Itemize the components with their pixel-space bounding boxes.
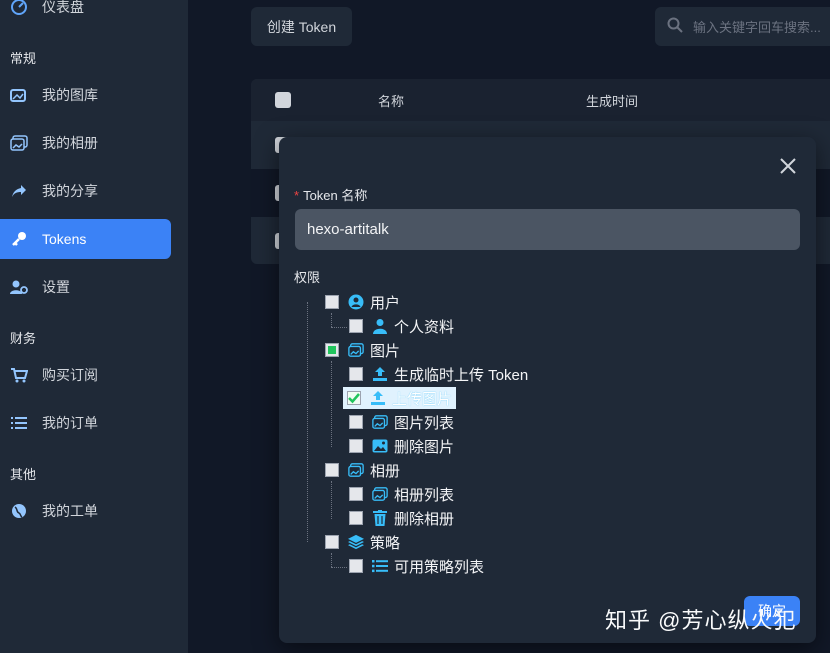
perm-checkbox[interactable]: [349, 559, 363, 573]
perm-checkbox[interactable]: [349, 439, 363, 453]
perm-checkbox[interactable]: [349, 487, 363, 501]
perm-checkbox-partial[interactable]: [325, 343, 339, 357]
upload-icon: [372, 366, 388, 382]
perm-checkbox-checked[interactable]: [347, 391, 361, 405]
perm-checkbox[interactable]: [325, 463, 339, 477]
sidebar-item-tokens[interactable]: Tokens: [0, 219, 171, 259]
create-token-button[interactable]: 创建 Token: [251, 7, 352, 46]
images-icon: [10, 86, 28, 104]
upload-icon: [370, 390, 386, 406]
section-title-regular: 常规: [10, 51, 37, 66]
perm-node-profile[interactable]: 个人资料: [349, 315, 454, 337]
list-icon: [10, 414, 28, 432]
section-title-other: 其他: [10, 467, 37, 482]
select-all-checkbox[interactable]: [275, 92, 291, 108]
sidebar: 仪表盘 常规 我的图库 我的相册 我的分享 Tokens 设置 财务 购买订阅 …: [0, 0, 188, 653]
tree-line: [331, 567, 347, 568]
sidebar-item-my-orders[interactable]: 我的订单: [0, 403, 171, 443]
tree-line: [331, 313, 332, 327]
perm-checkbox[interactable]: [325, 295, 339, 309]
token-name-input[interactable]: hexo-artitalk: [295, 209, 800, 250]
sidebar-item-my-share[interactable]: 我的分享: [0, 171, 171, 211]
album-icon: [348, 462, 364, 478]
column-header-created: 生成时间: [586, 93, 639, 109]
sidebar-item-buy-subscription[interactable]: 购买订阅: [0, 355, 171, 395]
column-header-name: 名称: [378, 93, 405, 109]
sidebar-item-label: 设置: [42, 279, 70, 295]
layers-icon: [348, 534, 364, 550]
trash-icon: [372, 510, 388, 526]
close-icon: [780, 158, 796, 174]
tree-line: [331, 361, 332, 447]
create-token-modal: * Token 名称 hexo-artitalk 权限 用户 个人资料 图片 生…: [279, 137, 816, 643]
section-title-finance: 财务: [10, 331, 37, 346]
tree-line: [331, 327, 347, 328]
list-icon: [372, 558, 388, 574]
sidebar-item-label: 我的图库: [42, 87, 98, 103]
tree-line: [307, 302, 308, 542]
sidebar-item-label: 我的相册: [42, 135, 98, 151]
perm-node-delete-image[interactable]: 删除图片: [349, 435, 454, 457]
required-mark: *: [294, 188, 300, 203]
perm-checkbox[interactable]: [325, 535, 339, 549]
watermark: 知乎 @芳心纵火犯: [605, 608, 797, 633]
share-icon: [10, 182, 28, 200]
tree-line: [331, 481, 332, 519]
perm-node-album[interactable]: 相册: [325, 459, 400, 481]
close-button[interactable]: [778, 156, 798, 176]
album-icon: [10, 134, 28, 152]
search-input[interactable]: 输入关键字回车搜索...: [655, 7, 830, 46]
album-icon: [372, 486, 388, 502]
perm-node-delete-album[interactable]: 删除相册: [349, 507, 454, 529]
perm-node-image-list[interactable]: 图片列表: [349, 411, 454, 433]
perm-node-strategy-list[interactable]: 可用策略列表: [349, 555, 484, 577]
search-placeholder: 输入关键字回车搜索...: [693, 20, 821, 35]
perm-node-user[interactable]: 用户: [325, 291, 400, 313]
check-icon: [348, 393, 360, 404]
token-name-label: * Token 名称: [294, 188, 368, 203]
user-icon: [372, 318, 388, 334]
sidebar-item-label: Tokens: [42, 231, 87, 247]
perm-checkbox[interactable]: [349, 367, 363, 381]
search-icon: [667, 17, 683, 36]
dashboard-icon: [10, 0, 28, 16]
sidebar-item-my-gallery[interactable]: 我的图库: [0, 75, 171, 115]
user-settings-icon: [10, 278, 28, 296]
key-icon: [10, 230, 28, 248]
sidebar-item-label: 我的工单: [42, 503, 98, 519]
perm-checkbox[interactable]: [349, 319, 363, 333]
perm-node-gen-temp-token[interactable]: 生成临时上传 Token: [349, 363, 528, 385]
images-icon: [348, 342, 364, 358]
globe-icon: [10, 502, 28, 520]
table-header: 名称 生成时间: [251, 79, 830, 121]
tree-line: [331, 553, 332, 567]
perm-node-images[interactable]: 图片: [325, 339, 400, 361]
perm-checkbox[interactable]: [349, 511, 363, 525]
sidebar-item-label: 我的订单: [42, 415, 98, 431]
sidebar-item-dashboard[interactable]: 仪表盘: [0, 0, 171, 27]
image-icon: [372, 438, 388, 454]
sidebar-item-label: 我的分享: [42, 183, 98, 199]
perm-node-upload-image[interactable]: 上传图片: [343, 387, 457, 409]
permissions-label: 权限: [294, 270, 321, 285]
sidebar-item-my-album[interactable]: 我的相册: [0, 123, 171, 163]
perm-checkbox[interactable]: [349, 415, 363, 429]
sidebar-item-settings[interactable]: 设置: [0, 267, 171, 307]
cart-icon: [10, 366, 28, 384]
images-icon: [372, 414, 388, 430]
sidebar-item-label: 仪表盘: [42, 0, 84, 15]
user-circle-icon: [348, 294, 364, 310]
sidebar-item-my-tickets[interactable]: 我的工单: [0, 491, 171, 531]
sidebar-item-label: 购买订阅: [42, 367, 98, 383]
perm-node-strategy[interactable]: 策略: [325, 531, 400, 553]
perm-node-album-list[interactable]: 相册列表: [349, 483, 454, 505]
